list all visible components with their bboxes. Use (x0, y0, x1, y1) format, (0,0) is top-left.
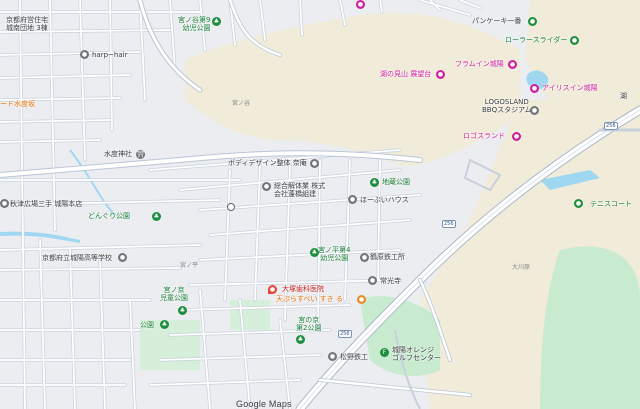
label-kyoto-joyo-high[interactable]: 京都府立城陽高等学校 (42, 254, 112, 262)
shrine-icon[interactable]: ⛩ (136, 150, 145, 159)
label-miyanomiya-park2[interactable]: 宮の京 第2公園 (296, 316, 321, 332)
label-kyoto-pref-housing: 京都府営住宅 (6, 16, 48, 24)
label-logos-land[interactable]: ロゴスランド (463, 132, 505, 140)
label-okawa: 大川原 (512, 264, 531, 271)
place-icon[interactable]: ● (356, 0, 365, 9)
label-tennis-court[interactable]: テニスコート (590, 200, 632, 208)
label-flamingo-castle[interactable]: フラムイン城陽 (455, 60, 504, 68)
school-icon[interactable]: ● (118, 253, 127, 262)
transit-dot-icon[interactable] (227, 203, 235, 211)
attraction-icon[interactable]: ● (528, 17, 537, 26)
label-miyanotani-park[interactable]: 宮ノ谷第9 幼児公園 (178, 16, 210, 32)
factory-icon[interactable]: ● (328, 352, 337, 361)
label-matsuno-ironworks[interactable]: 松野鉄工 (340, 353, 368, 361)
business-icon[interactable]: ● (262, 182, 271, 191)
shop-icon[interactable]: ● (80, 50, 89, 59)
hotel-icon[interactable]: ● (508, 60, 517, 69)
dental-clinic-icon[interactable]: ● (268, 285, 277, 294)
google-maps-logo: Google Maps (236, 399, 292, 409)
label-right-edge: 湖 (620, 92, 627, 100)
park-icon[interactable]: ♣ (160, 320, 169, 329)
label-joko-sign[interactable]: 常光寺 (380, 277, 401, 285)
park-icon[interactable]: ♣ (212, 17, 221, 26)
map-canvas[interactable]: 京都府営住宅 城南団地 3棟 ● harp~hair ♣ 宮ノ谷第9 幼児公園 … (0, 0, 640, 409)
route-shield: 256 (604, 122, 618, 130)
label-chokai-park[interactable]: 地蔵公園 (382, 178, 410, 186)
park-icon[interactable]: ♣ (370, 178, 379, 187)
label-road-mizudo: ード水度坂 (0, 100, 35, 108)
house-icon[interactable]: ● (348, 195, 357, 204)
route-shield: 256 (442, 220, 456, 228)
factory-icon[interactable]: ● (360, 253, 369, 262)
hotel-icon[interactable]: ● (530, 84, 539, 93)
restaurant-icon[interactable]: ● (357, 295, 366, 304)
label-body-design[interactable]: ボディデザイン整体 奈庵 (228, 159, 307, 167)
label-otsuka-dental[interactable]: 大塚歯科医院 (282, 285, 324, 293)
label-harp-hair[interactable]: harp~hair (92, 51, 127, 59)
label-miyanotani-area: 宮ノ谷 (232, 100, 251, 107)
label-sogo-demolition[interactable]: 総合解体業 株式 会社蓬橋組建 (274, 182, 325, 198)
park-icon[interactable]: ♣ (310, 248, 319, 257)
label-mizudo-shrine[interactable]: 水度神社 (104, 150, 132, 158)
label-pancake-shop[interactable]: パンケーキ一番 (472, 17, 521, 25)
attraction-icon[interactable]: ● (570, 36, 579, 45)
label-aileisin-castle[interactable]: アイリスイン城陽 (542, 84, 598, 92)
route-shield: 256 (338, 330, 352, 338)
label-miyanohira-park4[interactable]: 宮ノ平第4 幼児公園 (318, 246, 350, 262)
park-icon[interactable]: ♣ (178, 306, 187, 315)
label-miya-jido-park[interactable]: 宮ノ京 児童公園 (160, 286, 188, 302)
label-ito-ironworks[interactable]: 鶴原鉄工所 (370, 253, 405, 261)
viewpoint-icon[interactable]: ● (436, 70, 445, 79)
label-tempura-kiraku[interactable]: 天ぷらすべい すき る (276, 295, 343, 303)
label-joyo-orange-golf[interactable]: 城陽オレンジ ゴルフセンター (392, 346, 441, 362)
restaurant-icon[interactable]: ● (530, 106, 539, 115)
temple-icon[interactable]: ● (368, 276, 377, 285)
label-hope-house[interactable]: ほーぷいハウス (360, 196, 409, 204)
tennis-icon[interactable]: ● (574, 199, 583, 208)
park-icon[interactable]: ♣ (296, 335, 305, 344)
store-icon[interactable]: ● (0, 199, 9, 208)
map-base-layer (0, 0, 640, 409)
label-shirosato-hills: 城南団地 3棟 (6, 24, 48, 32)
park-icon[interactable]: ♣ (152, 212, 161, 221)
label-miyanohira-area: 宮ノ平 (180, 262, 199, 269)
label-park[interactable]: 公園 (140, 321, 154, 329)
golf-icon[interactable]: F (380, 348, 389, 357)
label-lake-observatory[interactable]: 湖の見山 展望台 (380, 70, 431, 78)
label-donguri-park[interactable]: どんぐり公園 (88, 212, 130, 220)
spa-icon[interactable]: ● (310, 159, 319, 168)
label-logosland-bbq[interactable]: LOGOSLAND BBQスタジアム (482, 98, 532, 114)
amusement-park-icon[interactable]: ● (512, 132, 521, 141)
label-roller-slider[interactable]: ローラースライダー (505, 36, 567, 44)
label-akitsu-hiroba[interactable]: 秋津広場三手 城陽本店 (10, 200, 82, 208)
